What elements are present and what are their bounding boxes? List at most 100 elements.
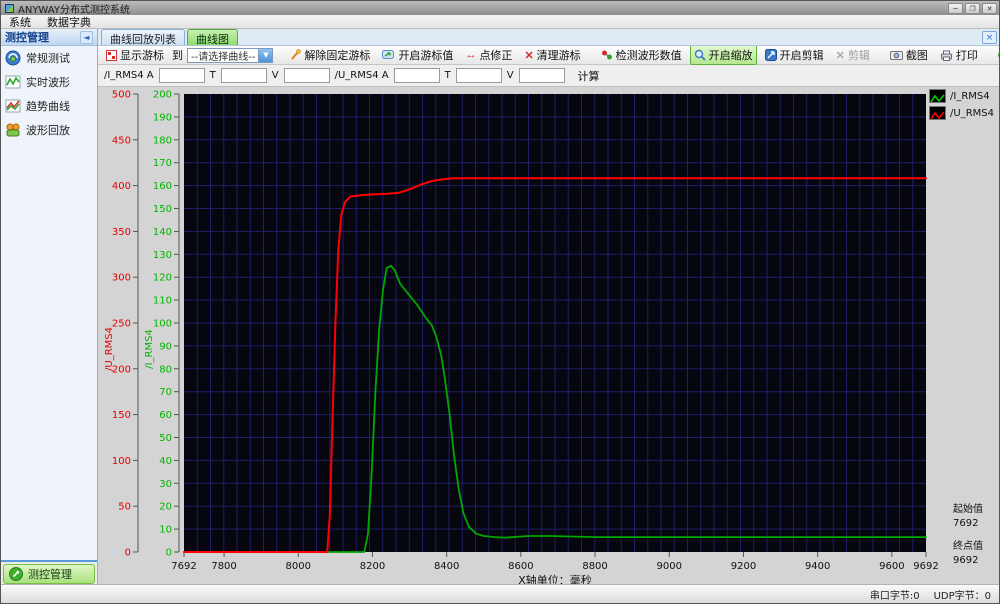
show-cursor-label: 显示游标 — [120, 50, 164, 62]
trend-curve-icon — [5, 99, 21, 113]
svg-text:150: 150 — [112, 410, 131, 421]
svg-text:300: 300 — [112, 273, 131, 284]
point-fix-button[interactable]: ↔ 点修正 — [461, 45, 516, 65]
sidebar-item-trend-curve[interactable]: 趋势曲线 — [1, 94, 97, 118]
clip-toggle-label: 开启剪辑 — [779, 50, 824, 62]
print-button[interactable]: 打印 — [936, 45, 982, 65]
print-label: 打印 — [955, 50, 978, 62]
menu-item-system[interactable]: 系统 — [9, 14, 31, 30]
clear-cursor-button[interactable]: ✕ 清理游标 — [520, 45, 584, 65]
legend-label: /U_RMS4 — [950, 107, 994, 119]
magnifier-icon — [694, 49, 706, 61]
svg-text:180: 180 — [153, 135, 172, 146]
cursor-i-t-input[interactable] — [220, 68, 267, 83]
svg-text:9000: 9000 — [657, 561, 682, 572]
detect-values-label: 检测波形数值 — [615, 50, 682, 62]
sidebar-item-label: 实时波形 — [26, 76, 70, 89]
screenshot-button[interactable]: 截图 — [886, 45, 932, 65]
sidebar-bottom: 测控管理 — [1, 560, 97, 586]
svg-text:50: 50 — [118, 502, 131, 513]
wand-icon — [291, 49, 302, 60]
svg-text:80: 80 — [159, 364, 172, 375]
svg-text:0: 0 — [166, 548, 172, 559]
management-icon — [9, 567, 23, 581]
unpin-cursor-label: 解除固定游标 — [304, 50, 371, 62]
sidebar-item-wave-replay[interactable]: 波形回放 — [1, 118, 97, 142]
clip-icon — [764, 49, 777, 61]
cursor-u-a-input[interactable] — [393, 68, 440, 83]
cursor-i-series-label: /I_RMS4 A — [104, 70, 154, 81]
zoom-toggle-label: 开启缩放 — [708, 50, 753, 62]
svg-text:100: 100 — [112, 456, 131, 467]
open-cursor-value-button[interactable]: 开启游标值 — [378, 45, 457, 65]
svg-text:110: 110 — [153, 296, 172, 307]
sidebar: 测控管理 ◄ 常规测试 实时波形 趋势曲线 波形回放 测控管理 — [1, 29, 98, 586]
svg-text:140: 140 — [153, 227, 172, 238]
detect-values-button[interactable]: 检测波形数值 — [597, 45, 686, 65]
sidebar-item-general-test[interactable]: 常规测试 — [1, 46, 97, 70]
svg-text:190: 190 — [153, 112, 172, 123]
general-test-icon — [5, 50, 21, 66]
close-button[interactable]: ✕ — [982, 2, 997, 14]
curve-select-dropdown[interactable]: --请选择曲线-- ▼ — [187, 47, 274, 63]
sidebar-item-realtime-wave[interactable]: 实时波形 — [1, 70, 97, 94]
unpin-cursor-button[interactable]: 解除固定游标 — [285, 45, 374, 65]
cursor-value-icon — [382, 50, 395, 59]
sidebar-bottom-button[interactable]: 测控管理 — [3, 564, 95, 584]
tab-curve-replay-list[interactable]: 曲线回放列表 — [101, 29, 185, 46]
menu-bar: 系统 数据字典 — [1, 14, 999, 30]
realtime-wave-icon — [5, 75, 21, 89]
calculate-button[interactable]: 计算 — [578, 68, 600, 84]
to-label: 到 — [172, 49, 183, 62]
svg-text:9692: 9692 — [913, 561, 938, 572]
cursor-i-t-label: T — [209, 70, 216, 81]
chevron-down-icon[interactable]: ▼ — [258, 48, 273, 62]
cursor-u-t-input[interactable] — [455, 68, 502, 83]
cursor-i-v-input[interactable] — [283, 68, 330, 83]
legend-swatch-icon — [929, 89, 947, 103]
wave-replay-icon — [6, 123, 20, 137]
cursor-u-v-label: V — [506, 70, 514, 81]
clip-button: ✕ 剪辑 — [832, 45, 874, 65]
screenshot-label: 截图 — [905, 50, 928, 62]
svg-text:10: 10 — [159, 525, 172, 536]
main-area: 曲线回放列表 曲线图 × 显示游标 到 --请选择曲线-- ▼ 解除固定游标 开… — [98, 29, 1000, 588]
svg-text:60: 60 — [159, 410, 172, 421]
zoom-toggle-button[interactable]: 开启缩放 — [689, 45, 757, 65]
tab-curve-chart[interactable]: 曲线图 — [187, 29, 238, 46]
cursor-u-t-label: T — [444, 70, 451, 81]
svg-text:0: 0 — [125, 548, 131, 559]
exit-button[interactable]: ⟳ 退出 — [994, 45, 999, 65]
sidebar-item-label: 趋势曲线 — [26, 100, 70, 113]
minimize-button[interactable]: ─ — [948, 2, 963, 14]
sidebar-header-label: 测控管理 — [5, 31, 49, 44]
svg-text:50: 50 — [159, 433, 172, 444]
chart-legend: /I_RMS4/U_RMS4 — [929, 89, 994, 120]
udp-bytes-status: UDP字节：0 — [933, 590, 991, 602]
sidebar-collapse-button[interactable]: ◄ — [80, 30, 93, 44]
trend-chart[interactable]: 0501001502002503003504004505000102030405… — [98, 87, 1000, 588]
clip-toggle-button[interactable]: 开启剪辑 — [761, 45, 828, 65]
show-cursor-button[interactable]: 显示游标 — [102, 45, 168, 65]
svg-text:100: 100 — [153, 319, 172, 330]
printer-icon — [940, 50, 952, 61]
menu-item-data-dictionary[interactable]: 数据字典 — [47, 14, 91, 30]
sidebar-bottom-label: 测控管理 — [28, 568, 72, 581]
tab-close-icon[interactable]: × — [982, 31, 997, 44]
svg-text:20: 20 — [159, 502, 172, 513]
svg-text:170: 170 — [153, 158, 172, 169]
svg-text:500: 500 — [112, 90, 131, 101]
app-icon — [5, 3, 14, 13]
cursor-value-bar: /I_RMS4 A T V /U_RMS4 A T V 计算 — [98, 65, 999, 87]
cursor-i-a-input[interactable] — [158, 68, 205, 83]
cursor-u-v-input[interactable] — [518, 68, 565, 83]
svg-text:70: 70 — [159, 387, 172, 398]
svg-text:30: 30 — [159, 479, 172, 490]
svg-text:8600: 8600 — [508, 561, 533, 572]
restore-button[interactable]: ❐ — [965, 2, 980, 14]
svg-text:400: 400 — [112, 181, 131, 192]
clear-cursor-label: 清理游标 — [536, 50, 581, 62]
svg-text:200: 200 — [153, 90, 172, 101]
legend-item: /U_RMS4 — [929, 106, 994, 120]
svg-text:8800: 8800 — [582, 561, 607, 572]
